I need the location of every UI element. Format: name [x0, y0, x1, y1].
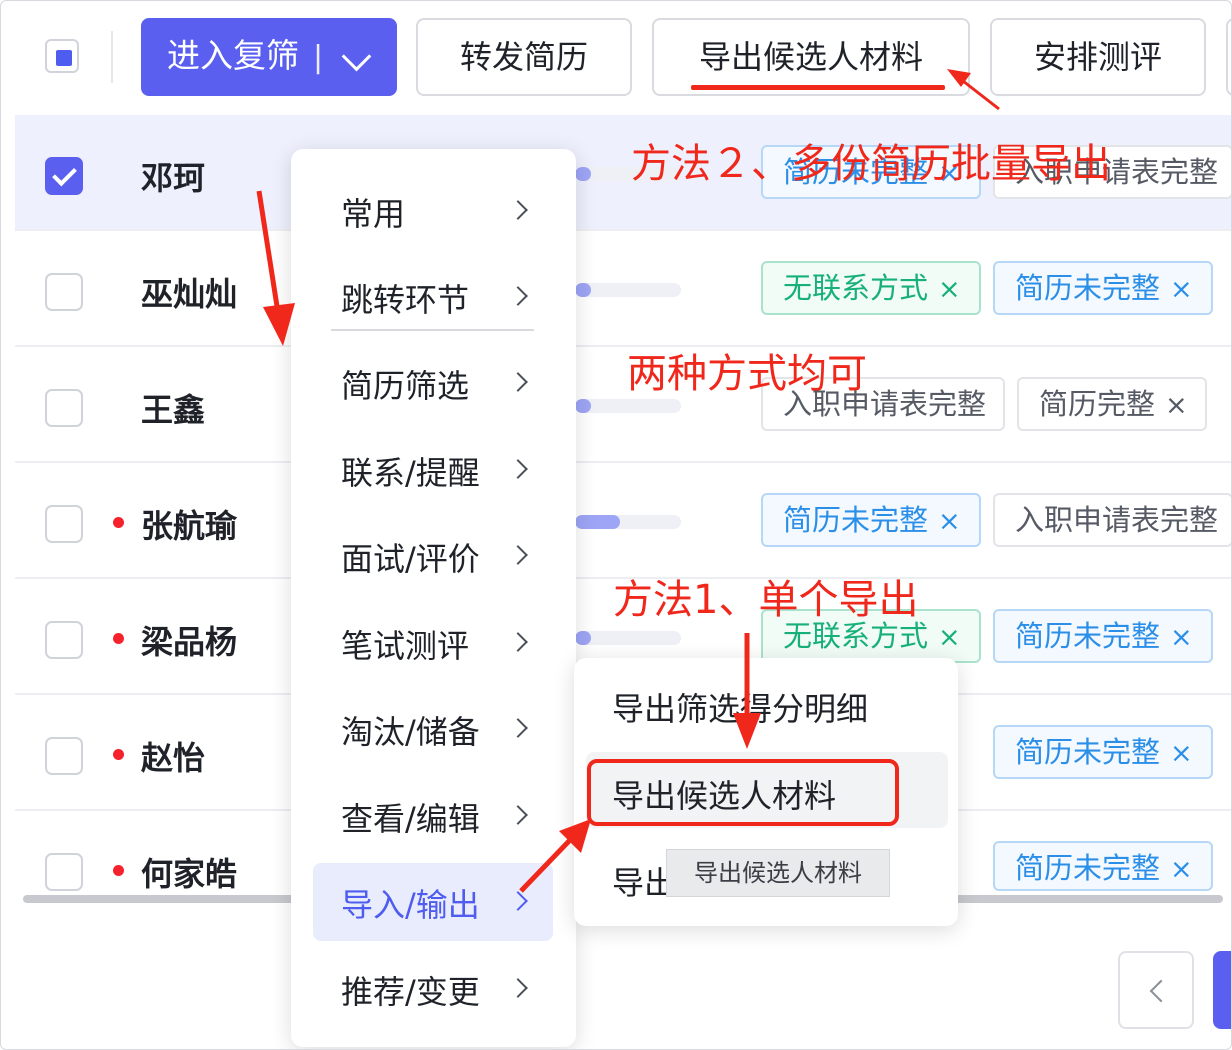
annotation-arrow-head [733, 713, 761, 749]
annotation-arrow-line [256, 190, 282, 320]
annotation-arrows [256, 69, 1000, 893]
annotation-arrow-head [263, 303, 295, 346]
annotation-arrow-line [519, 837, 573, 893]
annotation-arrow-line [962, 79, 1000, 111]
candidate-list-panel: 进入复筛 | 转发简历 导出候选人材料 安排测评 邓珂 简历未完整 × 入职申请表完… [0, 0, 1232, 1050]
